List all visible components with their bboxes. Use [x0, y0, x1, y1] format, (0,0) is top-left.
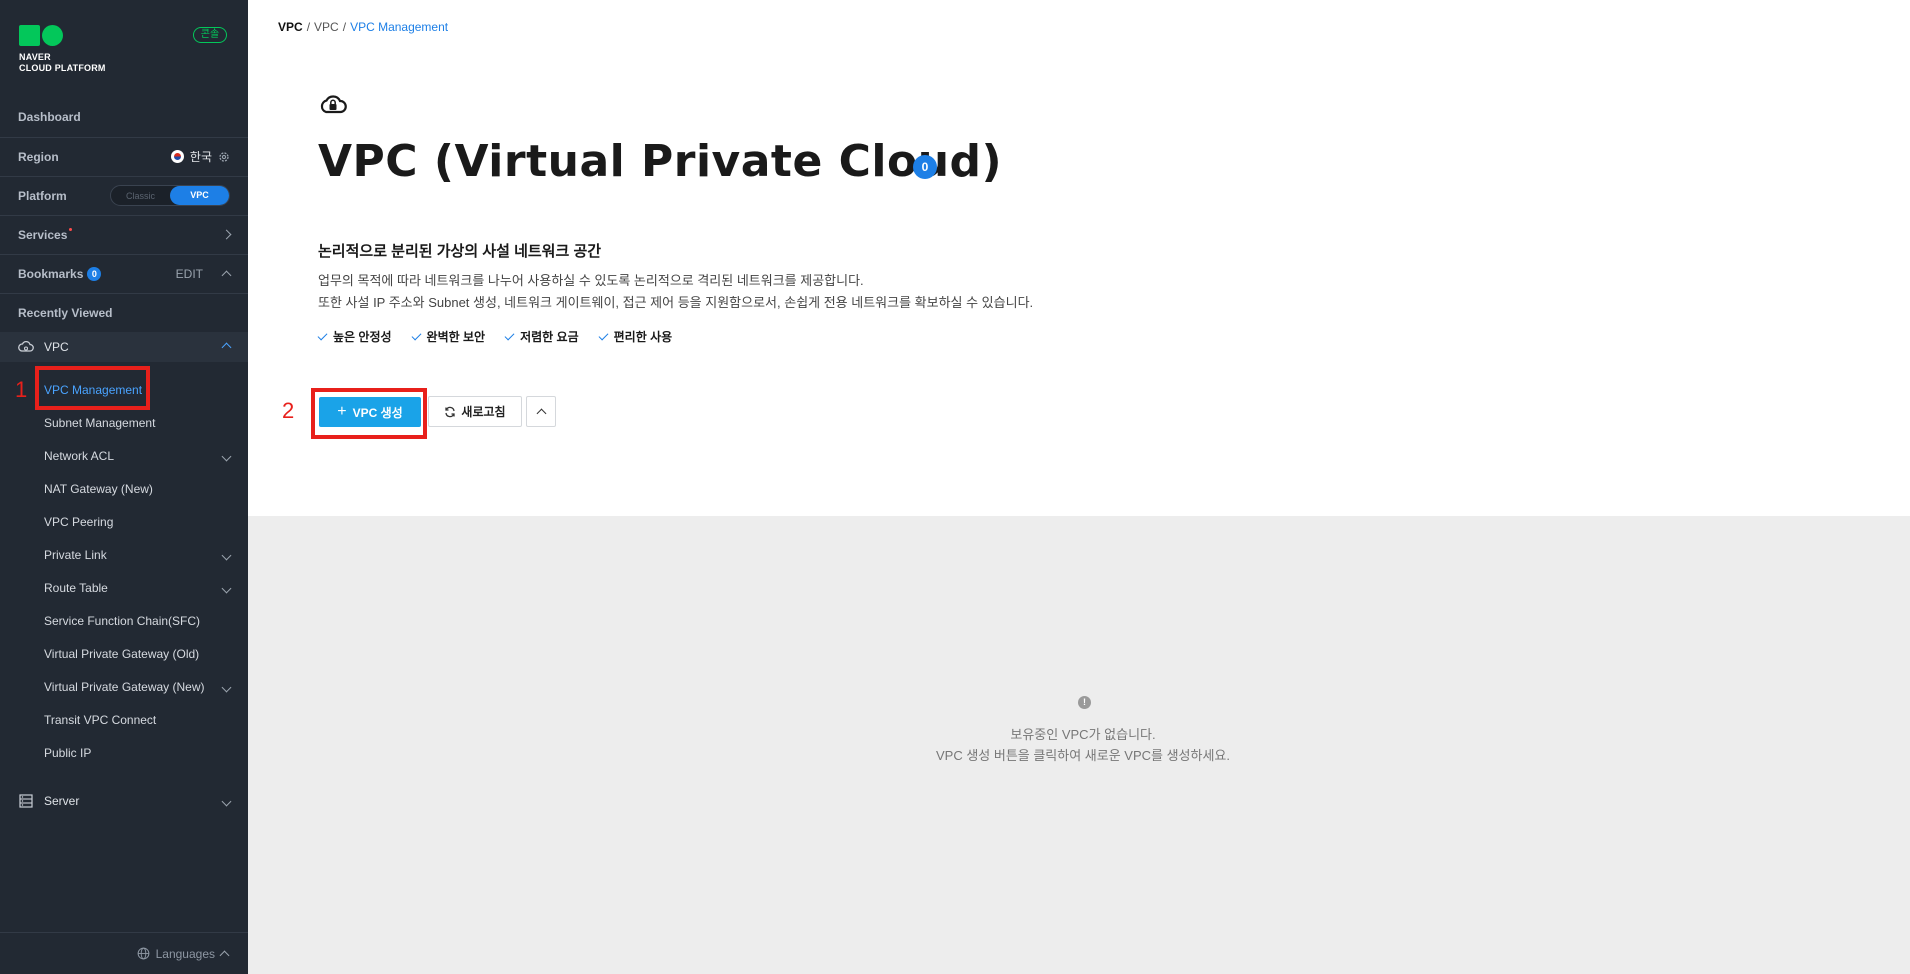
chevron-up-icon [221, 342, 232, 353]
nav-platform-label: Platform [18, 188, 67, 203]
korea-flag-icon [170, 150, 184, 163]
chevron-up-icon[interactable] [221, 270, 232, 281]
sidebar-item-route-table[interactable]: Route Table [44, 579, 232, 597]
sidebar-item-sfc[interactable]: Service Function Chain(SFC) [44, 612, 230, 630]
platform-option-vpc[interactable]: VPC [170, 186, 229, 205]
empty-message-line-2: VPC 생성 버튼을 클릭하여 새로운 VPC를 생성하세요. [935, 748, 1231, 763]
annotation-box-1 [35, 366, 150, 410]
feature-item: 높은 안정성 [317, 328, 392, 345]
nav-services-label: Services [18, 227, 68, 242]
gear-icon[interactable] [218, 151, 230, 163]
empty-message-line-1: 보유중인 VPC가 없습니다. [1010, 727, 1156, 742]
region-value: 한국 [189, 150, 212, 164]
nav-bookmarks[interactable]: Bookmarks 0 EDIT [0, 254, 248, 292]
annotation-number-2: 2 [282, 398, 295, 423]
sidebar-item-subnet-management[interactable]: Subnet Management [44, 414, 230, 432]
feature-list: 높은 안정성 완벽한 보안 저렴한 요금 편리한 사용 [317, 328, 672, 345]
chevron-up-icon [219, 950, 230, 961]
refresh-icon [445, 406, 456, 417]
main-content: VPC / VPC / VPC Management VPC (Virtual … [248, 0, 1910, 974]
bookmarks-count-badge: 0 [87, 266, 102, 281]
chevron-down-icon [221, 682, 232, 693]
info-icon: ! [1078, 696, 1091, 709]
breadcrumb-item-1[interactable]: VPC [278, 20, 303, 34]
collapse-button[interactable] [526, 396, 556, 427]
feature-item: 완벽한 보안 [411, 328, 485, 345]
breadcrumb-item-2[interactable]: VPC [314, 20, 339, 34]
sidebar-item-nat-gateway[interactable]: NAT Gateway (New) [44, 480, 230, 498]
nav-region-label: Region [18, 149, 59, 164]
feature-item: 저렴한 요금 [504, 328, 579, 345]
platform-toggle[interactable]: Classic VPC [110, 185, 230, 206]
platform-option-classic[interactable]: Classic [111, 191, 170, 201]
cloud-lock-icon [320, 95, 347, 114]
nav-bookmarks-label: Bookmarks [18, 266, 84, 281]
nav-region[interactable]: Region 한국 [0, 137, 248, 175]
nav-group-server-label: Server [44, 794, 80, 808]
page-title: VPC (Virtual Private Cloud) [318, 136, 1003, 187]
nav-services[interactable]: Services [0, 215, 248, 253]
sidebar-item-private-link[interactable]: Private Link [44, 546, 232, 564]
breadcrumb: VPC / VPC / VPC Management [278, 20, 449, 34]
check-icon [411, 330, 421, 340]
chevron-down-icon [221, 583, 232, 594]
check-icon [598, 330, 609, 340]
nav-dashboard[interactable]: Dashboard [0, 98, 248, 136]
nav-recently-viewed-label: Recently Viewed [18, 305, 113, 320]
languages-selector[interactable]: Languages [0, 932, 248, 974]
sidebar-item-vpg-new[interactable]: Virtual Private Gateway (New) [44, 678, 232, 696]
nav-group-vpc[interactable]: VPC [0, 332, 248, 362]
nav-recently-viewed[interactable]: Recently Viewed [0, 293, 248, 331]
bookmarks-edit-link[interactable]: EDIT [176, 267, 203, 281]
chevron-down-icon [221, 550, 232, 561]
check-icon [317, 330, 328, 340]
chevron-down-icon [221, 451, 232, 462]
nav-dashboard-label: Dashboard [18, 110, 81, 124]
page-subtitle: 논리적으로 분리된 가상의 사설 네트워크 공간 [318, 243, 602, 260]
breadcrumb-item-3[interactable]: VPC Management [350, 20, 448, 34]
check-icon [504, 330, 515, 340]
server-icon [19, 794, 33, 808]
chevron-down-icon [221, 796, 232, 807]
globe-icon [137, 947, 150, 960]
new-dot-icon [69, 228, 73, 231]
sidebar-item-network-acl[interactable]: Network ACL [44, 447, 232, 465]
sidebar-item-vpc-peering[interactable]: VPC Peering [44, 513, 230, 531]
cloud-network-icon [18, 340, 34, 352]
sidebar-item-vpg-old[interactable]: Virtual Private Gateway (Old) [44, 645, 230, 663]
nav-group-vpc-label: VPC [44, 340, 69, 354]
logo-line1: NAVER [19, 52, 51, 62]
sidebar-item-transit-vpc-connect[interactable]: Transit VPC Connect [44, 711, 230, 729]
nav-platform: Platform Classic VPC [0, 176, 248, 214]
sidebar: NAVER CLOUD PLATFORM 콘솔 Dashboard Region… [0, 0, 248, 974]
chevron-right-icon [221, 229, 232, 240]
chevron-up-icon [536, 408, 546, 419]
logo-square-icon [19, 25, 40, 46]
refresh-button-label: 새로고침 [461, 405, 506, 419]
console-badge[interactable]: 콘솔 [193, 27, 227, 43]
annotation-number-1: 1 [15, 377, 28, 402]
refresh-button[interactable]: 새로고침 [428, 396, 522, 427]
languages-label: Languages [155, 946, 215, 961]
sidebar-item-public-ip[interactable]: Public IP [44, 744, 230, 762]
description-line-2: 또한 사설 IP 주소와 Subnet 생성, 네트워크 게이트웨이, 접근 제… [318, 295, 1034, 310]
page-description: 업무의 목적에 따라 네트워크를 나누어 사용하실 수 있도록 논리적으로 격리… [318, 270, 1033, 314]
logo-circle-icon [42, 25, 63, 46]
vpc-list-empty-state: ! 보유중인 VPC가 없습니다. VPC 생성 버튼을 클릭하여 새로운 VP… [248, 516, 1910, 974]
feature-item: 편리한 사용 [598, 328, 672, 345]
logo-line2: CLOUD PLATFORM [19, 63, 106, 73]
naver-cloud-logo[interactable]: NAVER CLOUD PLATFORM [19, 25, 106, 74]
nav-group-server[interactable]: Server [0, 786, 248, 816]
info-badge-icon[interactable]: 0 [913, 155, 937, 179]
description-line-1: 업무의 목적에 따라 네트워크를 나누어 사용하실 수 있도록 논리적으로 격리… [318, 273, 864, 288]
annotation-box-2 [311, 388, 427, 439]
